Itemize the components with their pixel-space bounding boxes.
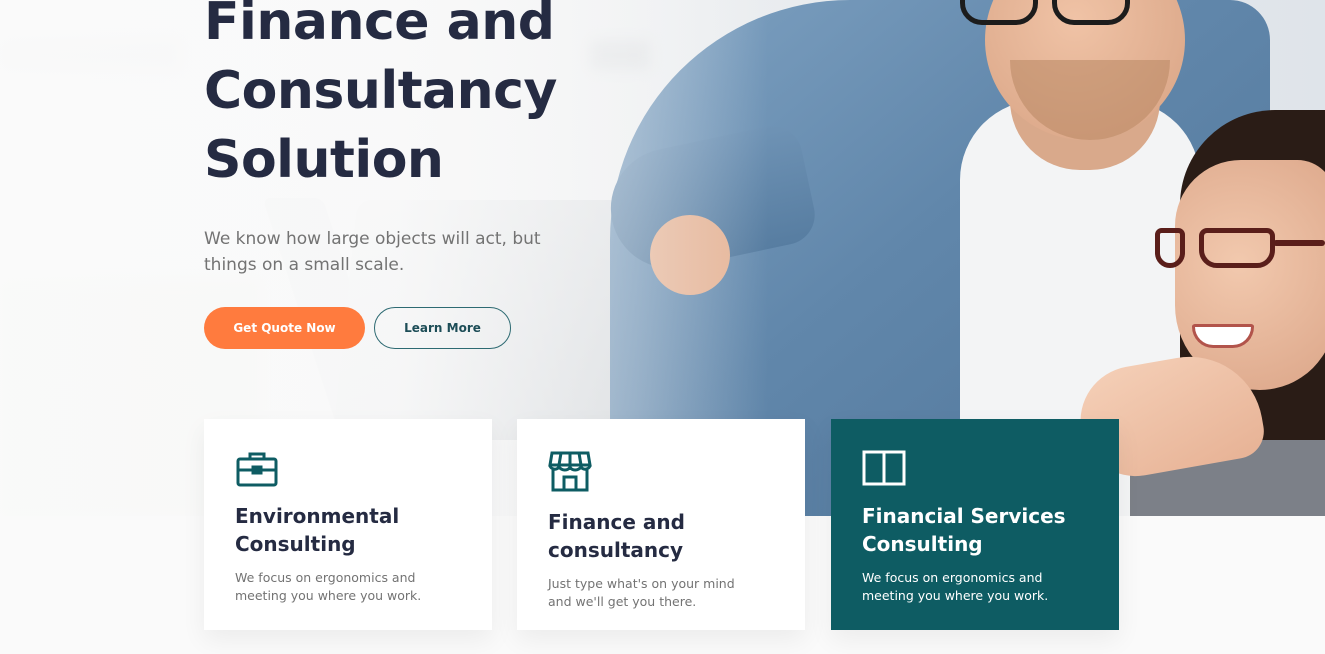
get-quote-button[interactable]: Get Quote Now (204, 307, 365, 349)
card-title: Environmental Consulting (235, 504, 400, 556)
hero-headline: Finance and Consultancy Solution (204, 0, 557, 190)
card-title: Financial Services Consulting (862, 504, 1066, 556)
service-card-finance[interactable]: Finance and consultancy Just type what's… (517, 419, 805, 630)
card-text: We focus on ergonomics and meeting you w… (862, 570, 1049, 603)
page: Finance and Consultancy Solution We know… (0, 0, 1325, 654)
briefcase-icon (236, 452, 278, 487)
hero-subtitle: We know how large objects will act, but … (204, 229, 541, 275)
service-card-financial-services[interactable]: Financial Services Consulting We focus o… (831, 419, 1119, 630)
book-icon (862, 450, 906, 486)
service-card-environmental[interactable]: Environmental Consulting We focus on erg… (204, 419, 492, 630)
storefront-icon (548, 451, 592, 492)
card-text: Just type what's on your mind and we'll … (548, 576, 735, 609)
card-title: Finance and consultancy (548, 510, 685, 562)
card-text: We focus on ergonomics and meeting you w… (235, 570, 422, 603)
learn-more-button[interactable]: Learn More (374, 307, 511, 349)
